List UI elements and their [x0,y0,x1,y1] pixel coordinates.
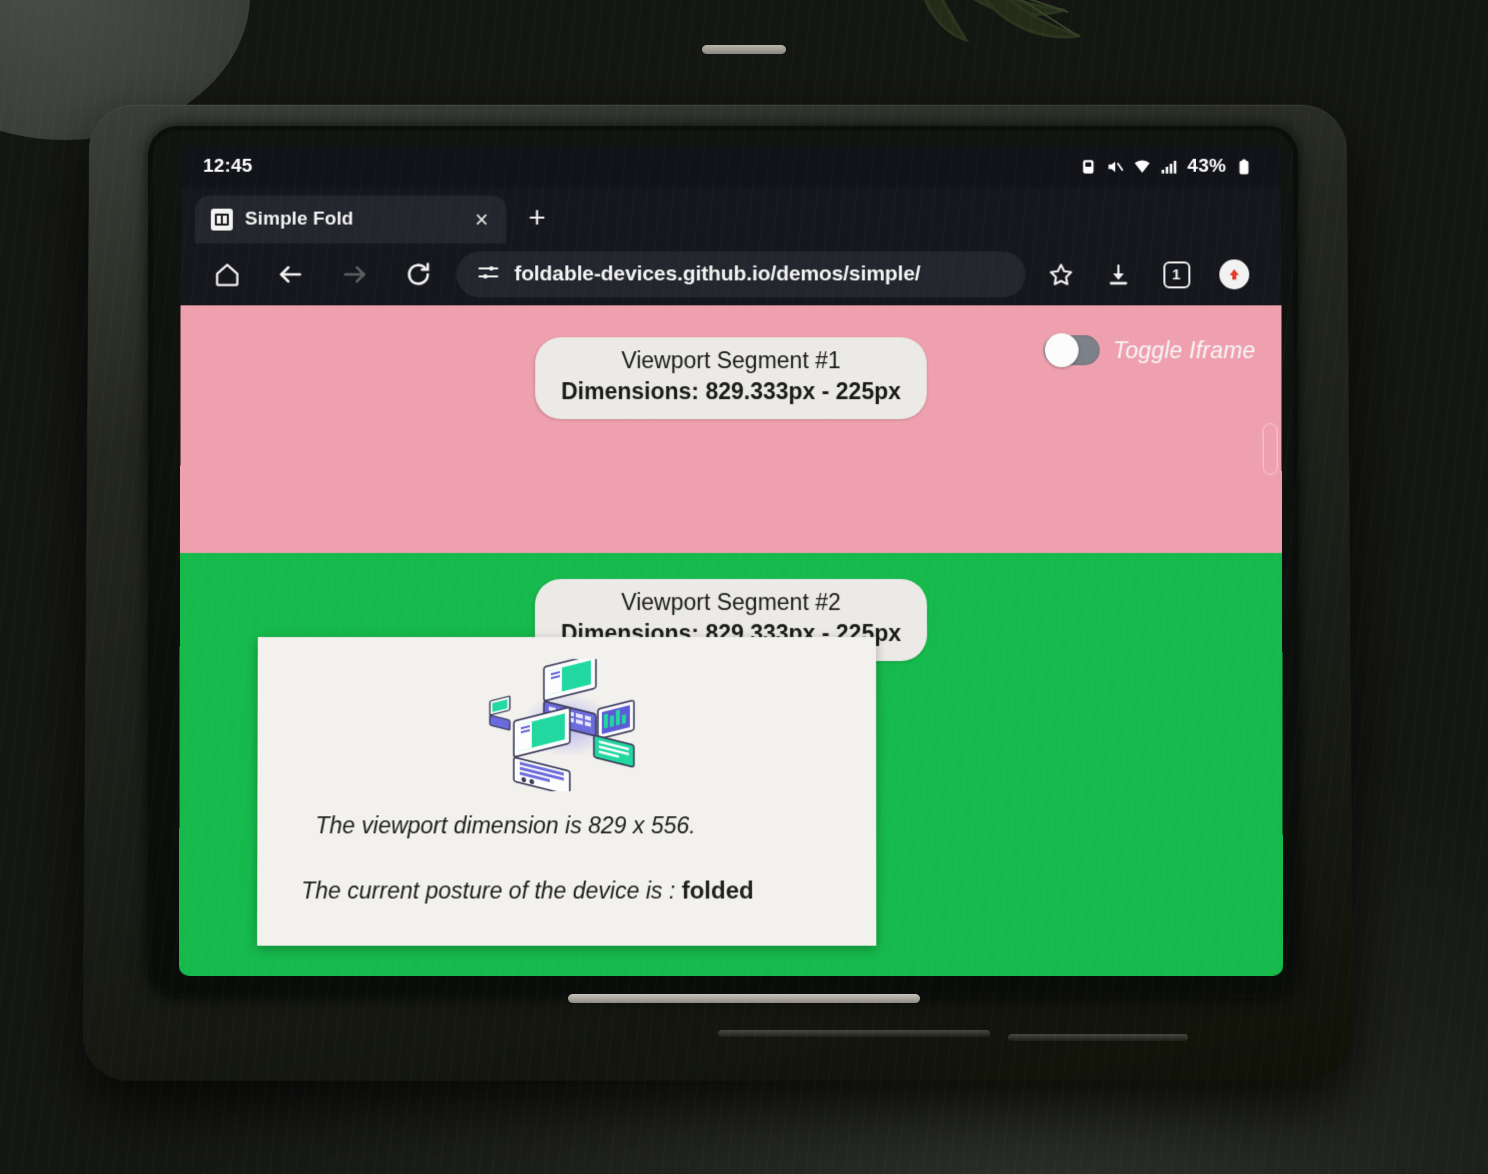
viewport-segment-1: Viewport Segment #1 Dimensions: 829.333p… [180,305,1282,554]
profile-icon[interactable] [1205,250,1263,298]
tab-count-button[interactable]: 1 [1147,250,1205,298]
tab-count-label: 1 [1162,260,1190,288]
browser-tab[interactable]: Simple Fold × [194,195,507,244]
chrome-toolbar: foldable-devices.github.io/demos/simple/… [180,243,1282,306]
photo-scene: 12:45 43% Simple Fold × + foldable-devic… [0,0,1488,1174]
viewport-segment-2: Viewport Segment #2 Dimensions: 829.333p… [178,553,1284,976]
android-status-bar: 12:45 43% [181,145,1281,188]
page-scrollbar[interactable] [1262,423,1278,476]
toggle-iframe-label: Toggle Iframe [1113,336,1256,363]
address-bar[interactable]: foldable-devices.github.io/demos/simple/ [456,251,1026,298]
card-text: The viewport dimension is 829 x 556. The… [257,811,876,906]
signal-icon [1162,160,1177,174]
segment-2-title: Viewport Segment #2 [621,589,841,616]
segment-1-badge: Viewport Segment #1 Dimensions: 829.333p… [535,337,927,420]
foldable-devices-illustration [488,659,635,792]
viewport-dimension-line: The viewport dimension is 829 x 556. [315,812,696,839]
phone-screen: 12:45 43% Simple Fold × + foldable-devic… [178,145,1284,976]
toggle-knob [1044,333,1079,368]
home-icon[interactable] [195,250,259,298]
forward-arrow-icon [323,250,387,298]
new-tab-button[interactable]: + [506,202,563,244]
earpiece-speaker [702,45,786,54]
gesture-nav-bar[interactable] [568,994,920,1003]
status-icons: 43% [1080,156,1253,178]
plant-leaves [923,0,1081,43]
toggle-iframe-control[interactable]: Toggle Iframe [1043,333,1256,368]
toggle-iframe-switch[interactable] [1043,333,1100,368]
chrome-tab-strip: Simple Fold × + [180,187,1282,244]
screenshot-icon [1083,160,1094,174]
posture-line: The current posture of the device is : f… [301,875,832,906]
wifi-icon [1135,160,1151,173]
back-arrow-icon[interactable] [259,250,323,298]
web-page-content: Viewport Segment #1 Dimensions: 829.333p… [178,305,1284,976]
star-icon[interactable] [1032,250,1090,298]
case-seam-left [718,1030,990,1037]
tab-title: Simple Fold [244,208,354,230]
status-time: 12:45 [203,155,253,177]
segment-1-dimensions: Dimensions: 829.333px - 225px [561,378,901,405]
avatar [1219,259,1250,290]
battery-percent: 43% [1187,155,1227,177]
toolbar-actions: 1 [1032,250,1264,298]
battery-icon [1239,159,1249,175]
case-seam-right [1008,1034,1188,1041]
posture-prefix: The current posture of the device is : [301,877,682,904]
tune-icon[interactable] [476,260,500,289]
mute-icon [1108,158,1125,176]
segment-1-title: Viewport Segment #1 [621,347,841,374]
url-text: foldable-devices.github.io/demos/simple/ [514,262,921,286]
info-card: The viewport dimension is 829 x 556. The… [257,637,877,946]
posture-value: folded [681,877,754,905]
simple-fold-favicon [210,208,233,231]
close-icon[interactable]: × [469,206,494,232]
download-icon[interactable] [1089,250,1147,298]
reload-icon[interactable] [386,250,450,298]
